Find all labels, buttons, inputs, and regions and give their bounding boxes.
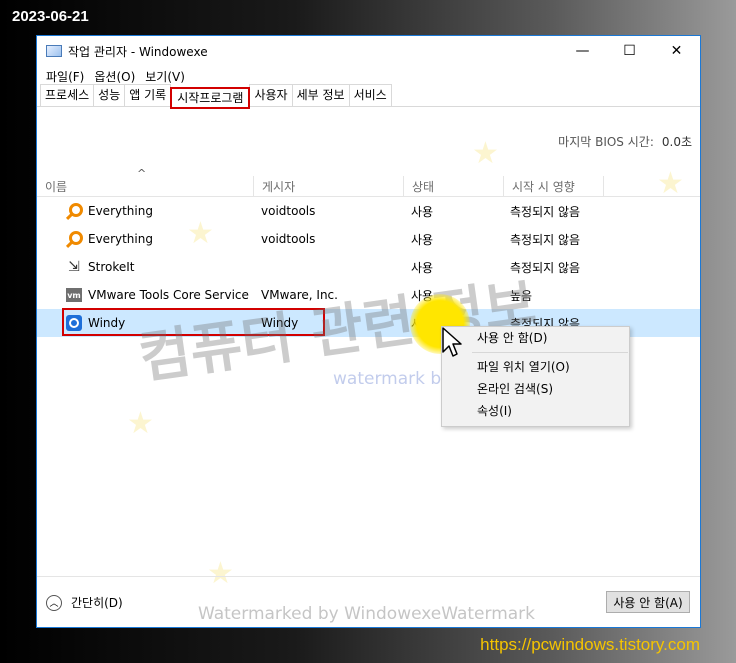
search-icon (66, 231, 83, 247)
publisher: voidtools (261, 232, 316, 246)
fewer-details-label: 간단히(D) (71, 596, 123, 610)
tab-performance[interactable]: 성능 (93, 84, 126, 106)
menu-view[interactable]: 보기(V) (140, 68, 190, 85)
window-title: 작업 관리자 - Windowexe (68, 44, 208, 59)
startup-impact: 측정되지 않음 (510, 260, 581, 275)
fewer-details-toggle[interactable]: ︿ 간단히(D) (46, 594, 123, 611)
menu-file[interactable]: 파일(F) (41, 68, 89, 85)
maximize-button[interactable]: ☐ (606, 36, 653, 66)
minimize-button[interactable]: — (559, 36, 606, 66)
table-row[interactable]: Everything voidtools 사용 측정되지 않음 (37, 225, 700, 253)
title-bar[interactable]: 작업 관리자 - Windowexe — ☐ ✕ (37, 36, 700, 66)
watermark-star: ★ (127, 406, 154, 441)
vmware-icon: vm (66, 288, 82, 302)
publisher: VMware, Inc. (261, 288, 338, 302)
context-menu-divider (472, 352, 628, 353)
status: 사용 (411, 204, 434, 219)
app-name: Everything (88, 232, 153, 246)
footer-bar: ︿ 간단히(D) 사용 안 함(A) (37, 576, 700, 627)
chevron-up-icon: ︿ (46, 594, 62, 611)
site-url: https://pcwindows.tistory.com (480, 635, 700, 654)
date-stamp: 2023-06-21 (12, 8, 89, 25)
app-name: VMware Tools Core Service (88, 288, 249, 302)
app-name: Everything (88, 204, 153, 218)
status: 사용 (411, 232, 434, 247)
startup-impact: 측정되지 않음 (510, 204, 581, 219)
column-status[interactable]: 상태 (404, 176, 504, 196)
bios-time: 마지막 BIOS 시간: 0.0초 (558, 133, 692, 150)
table-row[interactable]: ⇲ StrokeIt 사용 측정되지 않음 (37, 253, 700, 281)
task-manager-icon (46, 45, 62, 57)
table-row[interactable]: Everything voidtools 사용 측정되지 않음 (37, 197, 700, 225)
context-menu: 사용 안 함(D) 파일 위치 열기(O) 온라인 검색(S) 속성(I) (441, 326, 630, 427)
tab-app-history[interactable]: 앱 기록 (124, 84, 172, 106)
app-name: StrokeIt (88, 260, 135, 274)
tab-users[interactable]: 사용자 (249, 84, 293, 106)
status: 사용 (411, 260, 434, 275)
column-name[interactable]: 이름 (37, 176, 254, 196)
context-menu-disable[interactable]: 사용 안 함(D) (442, 327, 629, 349)
tab-services[interactable]: 서비스 (348, 84, 392, 106)
strokeit-icon: ⇲ (68, 259, 80, 275)
disable-button[interactable]: 사용 안 함(A) (606, 591, 690, 613)
tab-processes[interactable]: 프로세스 (40, 84, 95, 106)
bios-time-label: 마지막 BIOS 시간: (558, 135, 654, 149)
bios-time-value: 0.0초 (661, 135, 692, 149)
menu-options[interactable]: 옵션(O) (89, 68, 140, 85)
table-row[interactable]: vm VMware Tools Core Service VMware, Inc.… (37, 281, 700, 309)
close-button[interactable]: ✕ (653, 36, 700, 66)
highlight-box (62, 308, 325, 336)
tab-bar: 프로세스 성능 앱 기록 시작프로그램 사용자 세부 정보 서비스 (37, 84, 700, 109)
context-menu-search-online[interactable]: 온라인 검색(S) (442, 378, 629, 400)
task-manager-window: 작업 관리자 - Windowexe — ☐ ✕ 파일(F) 옵션(O) 보기(… (36, 35, 701, 628)
search-icon (66, 203, 83, 219)
startup-impact: 측정되지 않음 (510, 232, 581, 247)
column-header-row: 이름 게시자 상태 시작 시 영향 (37, 176, 700, 197)
tab-startup[interactable]: 시작프로그램 (170, 87, 251, 109)
watermark-star: ★ (472, 136, 499, 171)
publisher: voidtools (261, 204, 316, 218)
context-menu-properties[interactable]: 속성(I) (442, 400, 629, 422)
column-startup-impact[interactable]: 시작 시 영향 (504, 176, 604, 196)
tab-details[interactable]: 세부 정보 (291, 84, 350, 106)
context-menu-open-file-location[interactable]: 파일 위치 열기(O) (442, 356, 629, 378)
column-publisher[interactable]: 게시자 (254, 176, 404, 196)
menu-bar: 파일(F) 옵션(O) 보기(V) (37, 66, 700, 86)
startup-impact: 높음 (510, 288, 533, 303)
mouse-cursor-icon (442, 327, 462, 357)
